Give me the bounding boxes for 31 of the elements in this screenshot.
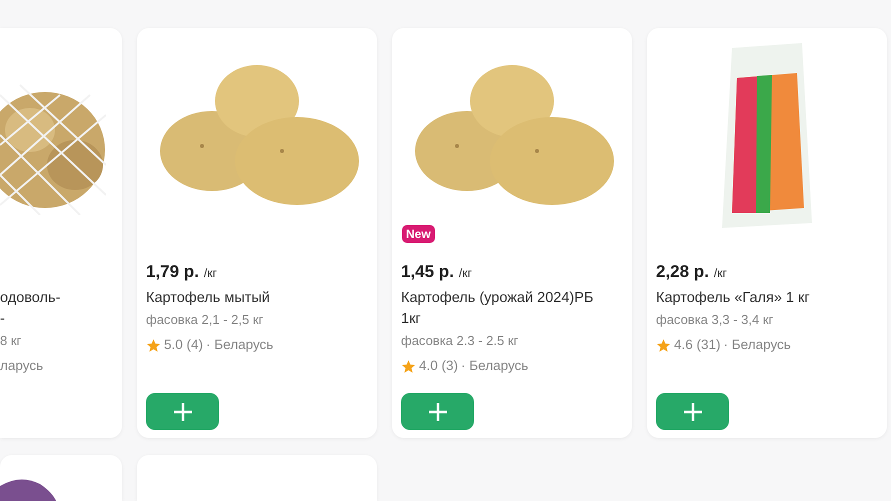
rating: 4.6 (31) bbox=[674, 336, 721, 354]
price: 1,79 р. bbox=[146, 262, 199, 282]
plus-icon bbox=[172, 402, 192, 422]
add-to-cart-button[interactable] bbox=[656, 393, 729, 430]
product-name: Картофель (урожай 2024)РБ 1кг bbox=[401, 289, 594, 329]
plus-icon bbox=[682, 402, 702, 422]
package-weight: 8 кг bbox=[0, 332, 22, 350]
price: 2,28 р. bbox=[656, 262, 709, 282]
add-to-cart-button[interactable] bbox=[146, 393, 219, 430]
new-badge: New bbox=[402, 225, 435, 243]
country: · Беларусь bbox=[206, 336, 274, 354]
plus-icon bbox=[428, 402, 448, 422]
product-name: одоволь- - bbox=[0, 289, 62, 329]
price-unit: /кг bbox=[204, 266, 217, 280]
star-icon bbox=[401, 358, 416, 374]
product-name: Картофель мытый bbox=[146, 289, 271, 308]
add-to-cart-button[interactable] bbox=[401, 393, 474, 430]
price-unit: /кг bbox=[458, 266, 472, 280]
star-icon bbox=[656, 338, 671, 352]
price-unit: /кг bbox=[714, 266, 727, 280]
star-icon bbox=[146, 338, 161, 352]
rating: 4.0 (3) bbox=[419, 357, 458, 375]
package-weight: фасовка 3,3 - 3,4 кг bbox=[656, 311, 774, 329]
country: · Беларусь bbox=[461, 357, 528, 375]
country: ларусь bbox=[0, 357, 44, 375]
package-weight: фасовка 2,1 - 2,5 кг bbox=[146, 311, 264, 329]
country: · Беларусь bbox=[724, 336, 791, 354]
price: 1,45 р. bbox=[401, 262, 454, 282]
product-name: Картофель «Галя» 1 кг bbox=[656, 289, 811, 308]
rating: 5.0 (4) bbox=[164, 336, 204, 354]
package-weight: фасовка 2.3 - 2.5 кг bbox=[401, 332, 520, 350]
